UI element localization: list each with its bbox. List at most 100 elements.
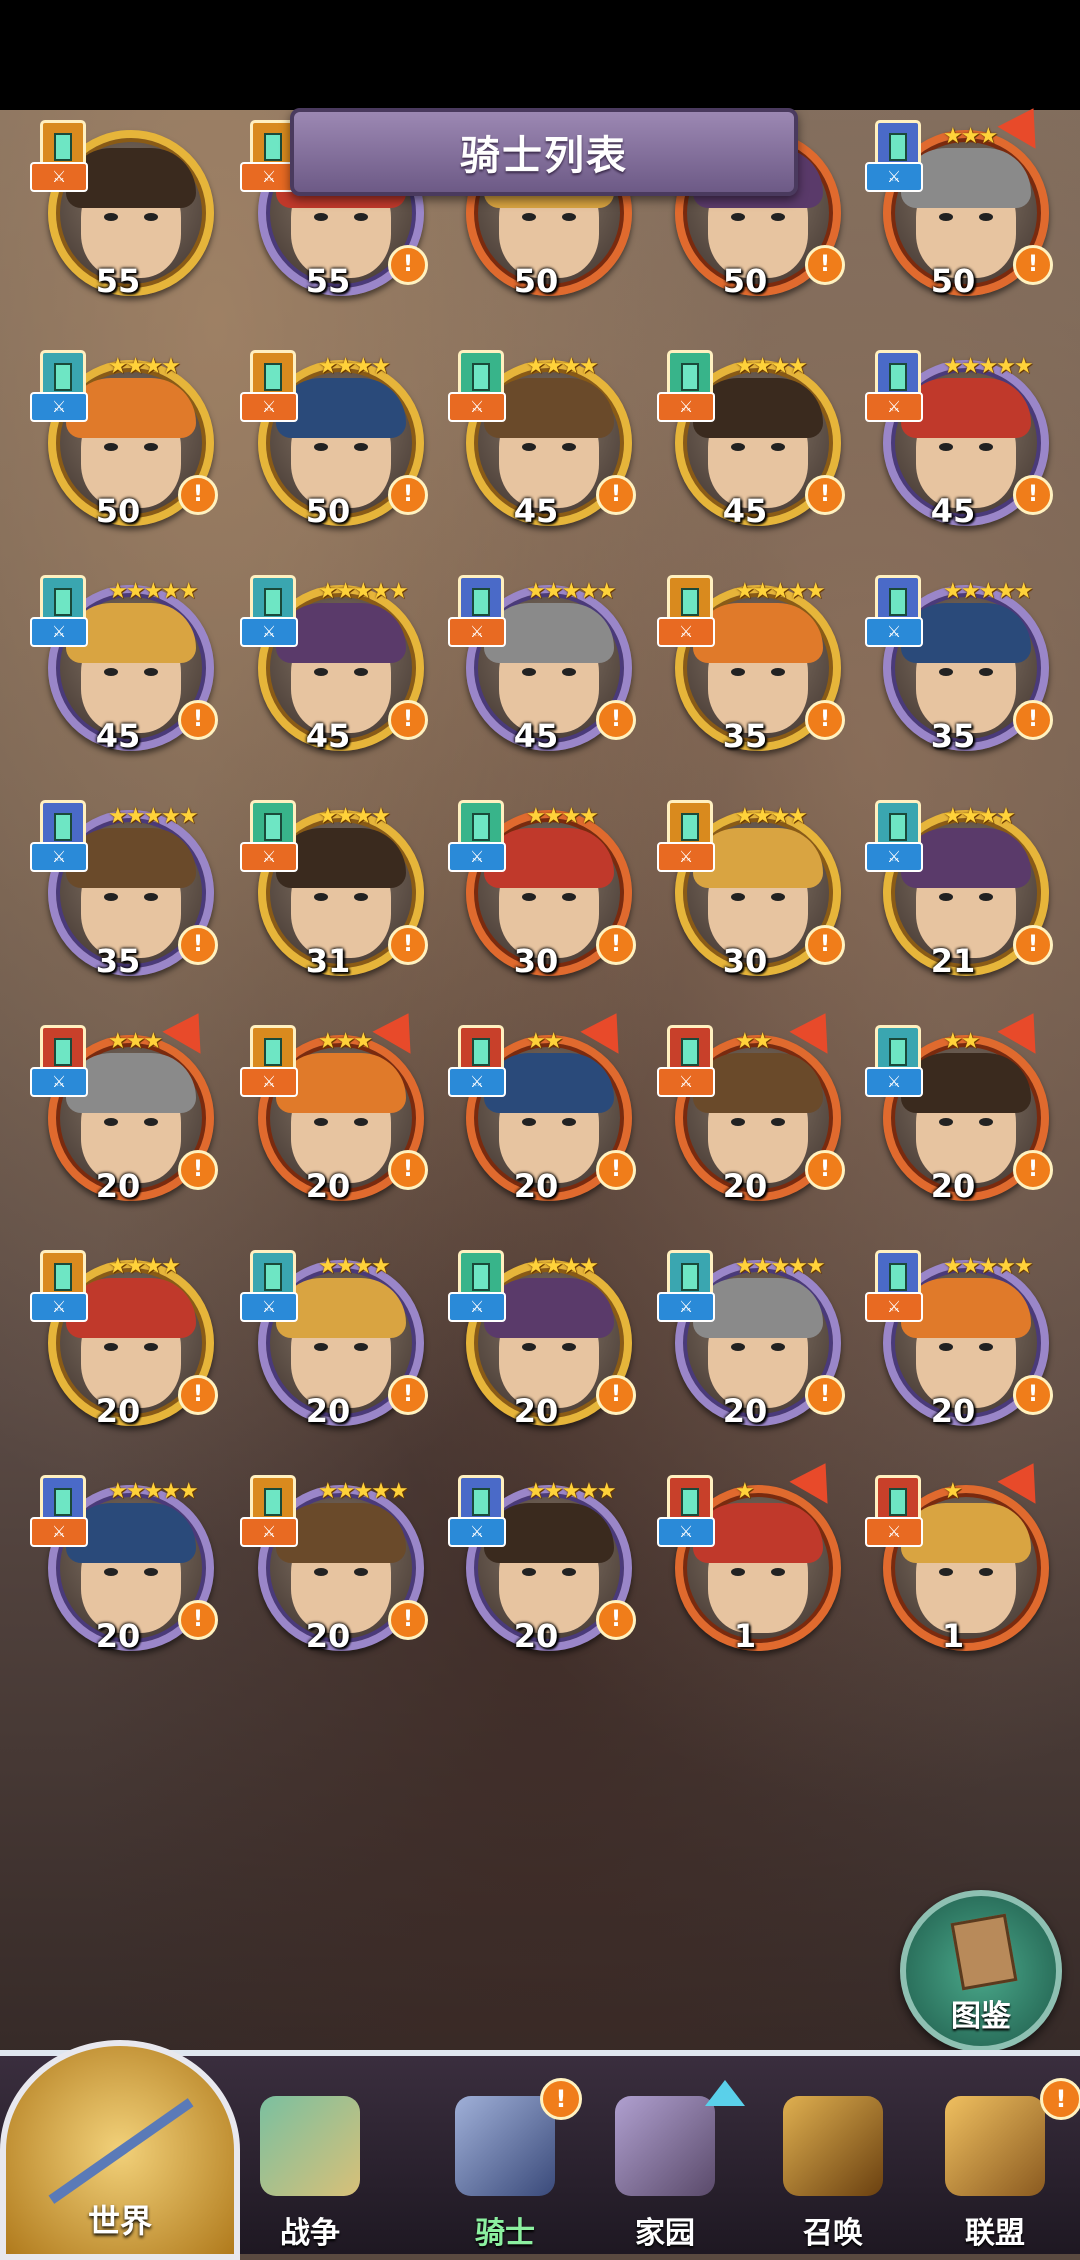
star-rating: ★★★★★: [108, 804, 199, 829]
eye: [314, 1568, 328, 1576]
eye: [144, 893, 158, 901]
knight-card[interactable]: ⚔ 55: [28, 110, 214, 300]
star-rating: ★★: [735, 1029, 772, 1054]
eye: [979, 1343, 993, 1351]
knight-card[interactable]: ⚔ ★★★★★ 45!: [28, 565, 218, 755]
alert-icon: !: [388, 700, 428, 740]
eye: [939, 1118, 953, 1126]
eye: [771, 893, 785, 901]
knight-card[interactable]: ⚔ ★★★ 50!: [863, 97, 1053, 300]
role-sword-icon: ⚔: [448, 1292, 506, 1322]
eye: [562, 893, 576, 901]
star-rating: ★★★★★: [108, 1479, 199, 1504]
knight-card[interactable]: ⚔ ★★★★★ 45!: [446, 565, 636, 755]
knight-card[interactable]: ⚔ ★★★★ 31!: [238, 790, 428, 980]
eye: [522, 1568, 536, 1576]
role-sword-icon: ⚔: [657, 1517, 715, 1547]
nav-home[interactable]: 家园: [580, 2096, 750, 2251]
alert-icon: !: [1013, 1375, 1053, 1415]
atlas-button[interactable]: 图鉴: [900, 1890, 1062, 2052]
star-rating: ★★★★: [318, 354, 391, 379]
knight-card[interactable]: ⚔ ★★★★ 21!: [863, 790, 1053, 980]
knight-card[interactable]: ⚔ ★★★★ 20!: [446, 1240, 636, 1430]
knight-card[interactable]: ⚔ ★★★★ 20!: [238, 1240, 428, 1430]
knight-card[interactable]: ⚔ ★★★ 20!: [238, 1002, 428, 1205]
knight-card[interactable]: ⚔ ★★ 20!: [863, 1002, 1053, 1205]
knight-card[interactable]: ⚔ ★ 1: [655, 1452, 845, 1655]
star-rating: ★★★★: [526, 354, 599, 379]
knight-card[interactable]: ⚔ ★★★★★ 45!: [238, 565, 428, 755]
star-rating: ★★★★: [526, 804, 599, 829]
house-icon: [615, 2096, 715, 2196]
knight-alert-icon: !: [540, 2078, 582, 2120]
knight-card[interactable]: ⚔ ★★★★★ 35!: [863, 565, 1053, 755]
class-shape: [889, 1263, 907, 1291]
knight-card[interactable]: ⚔ ★★★★ 50!: [28, 340, 218, 530]
eye: [522, 893, 536, 901]
knight-level: 1: [941, 1617, 965, 1655]
knight-card[interactable]: ⚔ ★★★★★ 20!: [863, 1240, 1053, 1430]
knight-card[interactable]: ⚔ ★★★★★ 45!: [863, 340, 1053, 530]
star-rating: ★★★★: [108, 354, 181, 379]
eye: [562, 443, 576, 451]
star-rating: ★★★: [943, 124, 998, 149]
star-rating: ★★★★★: [108, 579, 199, 604]
knight-card[interactable]: ⚔ ★★★★ 30!: [655, 790, 845, 980]
star-rating: ★★: [943, 1029, 980, 1054]
knight-level: 55: [95, 262, 141, 300]
knight-card[interactable]: ⚔ ★★★★★ 35!: [655, 565, 845, 755]
alert-icon: !: [178, 475, 218, 515]
nav-alliance-label: 联盟: [965, 2216, 1025, 2251]
knight-card[interactable]: ⚔ ★★★★★ 20!: [238, 1465, 428, 1655]
class-shape: [472, 1488, 490, 1516]
eye: [314, 443, 328, 451]
eye: [354, 1118, 368, 1126]
alert-icon: !: [388, 1150, 428, 1190]
knight-card[interactable]: ⚔ ★★★★★ 20!: [655, 1240, 845, 1430]
knight-card[interactable]: ⚔ ★★★★ 50!: [238, 340, 428, 530]
star-rating: ★★★★★: [318, 1479, 409, 1504]
knight-card[interactable]: ⚔ ★★★★★ 20!: [28, 1465, 218, 1655]
knight-card[interactable]: ⚔ ★★★★★ 20!: [446, 1465, 636, 1655]
eye: [731, 443, 745, 451]
eye: [979, 1568, 993, 1576]
class-shape: [54, 1488, 72, 1516]
knight-card[interactable]: ⚔ ★★★★ 20!: [28, 1240, 218, 1430]
class-shape: [889, 1488, 907, 1516]
eye: [939, 893, 953, 901]
nav-world[interactable]: 世界: [0, 2040, 240, 2260]
star-rating: ★★★: [318, 1029, 373, 1054]
star-rating: ★: [735, 1479, 755, 1504]
star-rating: ★★★★: [108, 1254, 181, 1279]
knight-card[interactable]: ⚔ ★★★★ 45!: [655, 340, 845, 530]
class-shape: [54, 1263, 72, 1291]
star-rating: ★★★★★: [943, 1254, 1034, 1279]
knight-card[interactable]: ⚔ ★★★★ 45!: [446, 340, 636, 530]
alliance-icon: [945, 2096, 1045, 2196]
knight-card[interactable]: ⚔ ★★★★★ 35!: [28, 790, 218, 980]
page-title: 骑士列表: [290, 108, 798, 196]
eye: [979, 668, 993, 676]
alert-icon: !: [596, 700, 636, 740]
knight-card[interactable]: ⚔ ★ 1: [863, 1452, 1053, 1655]
nav-war[interactable]: 战争: [225, 2096, 395, 2251]
alert-icon: !: [178, 1150, 218, 1190]
role-sword-icon: ⚔: [865, 392, 923, 422]
knight-card[interactable]: ⚔ ★★ 20!: [655, 1002, 845, 1205]
nav-summon[interactable]: 召唤: [748, 2096, 918, 2251]
alert-icon: !: [388, 925, 428, 965]
role-sword-icon: ⚔: [30, 1517, 88, 1547]
class-shape: [264, 813, 282, 841]
eye: [979, 1118, 993, 1126]
class-shape: [472, 1038, 490, 1066]
eye: [314, 213, 328, 221]
alert-icon: !: [805, 1150, 845, 1190]
star-rating: ★★★★: [318, 804, 391, 829]
eye: [771, 668, 785, 676]
eye: [979, 893, 993, 901]
knight-card[interactable]: ⚔ ★★★★ 30!: [446, 790, 636, 980]
alert-icon: !: [178, 925, 218, 965]
knight-card[interactable]: ⚔ ★★★ 20!: [28, 1002, 218, 1205]
knight-card[interactable]: ⚔ ★★ 20!: [446, 1002, 636, 1205]
alert-icon: !: [805, 245, 845, 285]
